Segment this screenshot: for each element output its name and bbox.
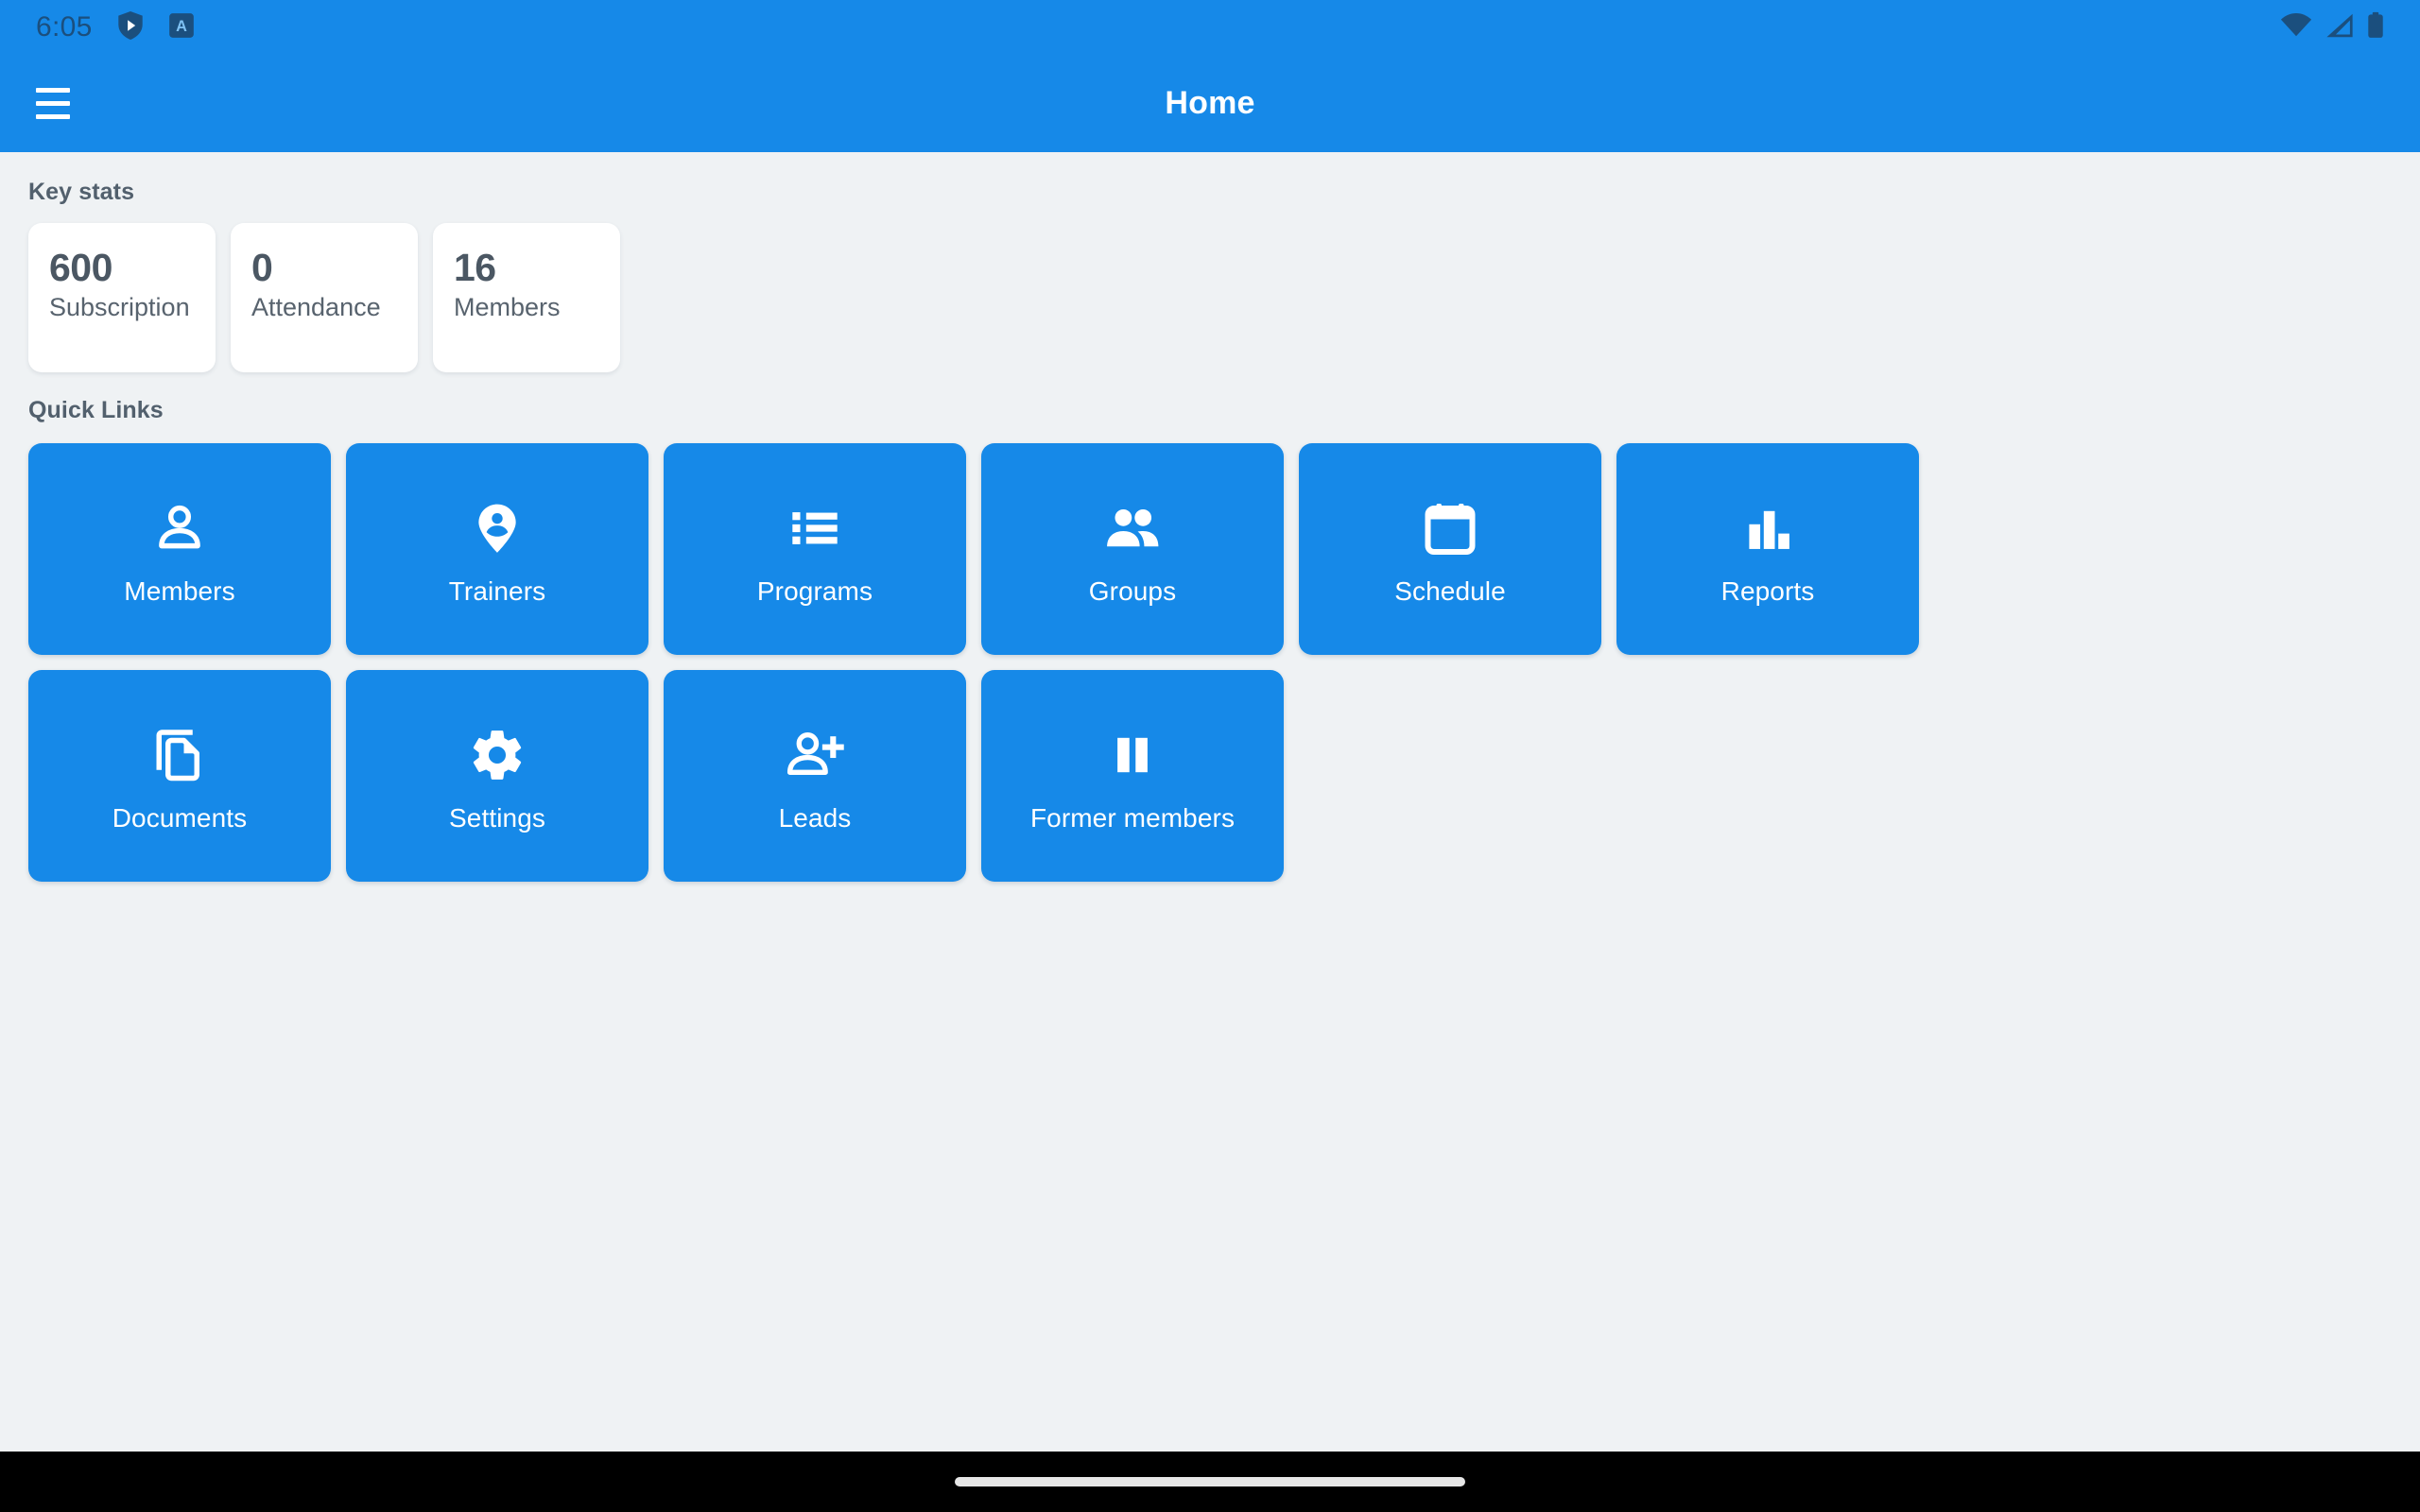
quick-links-heading: Quick Links	[28, 397, 164, 423]
quick-link-reports[interactable]: Reports	[1616, 443, 1919, 655]
stat-label: Attendance	[251, 293, 381, 322]
app-root: 6:05 A Home Key stats 600 Subscription 0…	[0, 0, 2420, 1512]
status-bar-left: 6:05 A	[36, 10, 195, 44]
person-pin-icon	[468, 493, 527, 563]
pause-icon	[1106, 720, 1159, 790]
main-content: Key stats 600 Subscription 0 Attendance …	[0, 152, 2420, 1452]
gear-icon	[468, 720, 527, 790]
quick-link-settings[interactable]: Settings	[346, 670, 648, 882]
menu-bar-2	[36, 101, 70, 106]
bar-chart-icon	[1741, 493, 1794, 563]
quick-link-label: Leads	[778, 803, 852, 833]
quick-link-programs[interactable]: Programs	[664, 443, 966, 655]
quick-link-label: Former members	[1029, 803, 1236, 833]
battery-icon	[2367, 11, 2384, 44]
stat-value: 0	[251, 246, 273, 289]
people-filled-icon	[1101, 493, 1164, 563]
menu-bar-1	[36, 88, 70, 93]
quick-link-label: Settings	[449, 803, 545, 833]
stat-label: Subscription	[49, 293, 190, 322]
quick-link-label: Reports	[1720, 576, 1815, 606]
stat-value: 600	[49, 246, 112, 289]
quick-link-trainers[interactable]: Trainers	[346, 443, 648, 655]
stat-value: 16	[454, 246, 496, 289]
key-stats-row: 600 Subscription 0 Attendance 16 Members	[28, 223, 2392, 372]
quick-link-label: Members	[124, 576, 235, 606]
quick-link-label: Trainers	[448, 576, 546, 606]
calendar-icon	[1422, 493, 1478, 563]
hamburger-menu-icon[interactable]	[21, 72, 85, 136]
copy-documents-icon	[151, 720, 208, 790]
quick-link-label: Schedule	[1394, 576, 1506, 606]
quick-link-label: Programs	[756, 576, 873, 606]
quick-link-former-members[interactable]: Former members	[981, 670, 1284, 882]
person-outline-icon	[150, 493, 209, 563]
wifi-icon	[2280, 12, 2312, 43]
quick-link-label: Groups	[1088, 576, 1177, 606]
home-gesture-pill[interactable]	[955, 1477, 1465, 1486]
shield-play-icon	[117, 10, 144, 44]
system-navigation-bar	[0, 1452, 2420, 1512]
stat-card-attendance: 0 Attendance	[231, 223, 418, 372]
quick-link-documents[interactable]: Documents	[28, 670, 331, 882]
stat-card-subscription: 600 Subscription	[28, 223, 216, 372]
status-bar-right	[2280, 11, 2384, 44]
quick-link-leads[interactable]: Leads	[664, 670, 966, 882]
quick-link-members[interactable]: Members	[28, 443, 331, 655]
cellular-signal-icon	[2325, 12, 2354, 43]
stat-label: Members	[454, 293, 561, 322]
person-add-icon	[784, 720, 846, 790]
page-title: Home	[1165, 85, 1255, 121]
key-stats-heading: Key stats	[28, 179, 135, 205]
quick-link-schedule[interactable]: Schedule	[1299, 443, 1601, 655]
menu-bar-3	[36, 114, 70, 119]
app-badge-icon: A	[168, 12, 195, 43]
quick-links-grid: Members Trainers Programs Groups Schedul…	[28, 443, 2221, 882]
stat-card-members: 16 Members	[433, 223, 620, 372]
status-clock: 6:05	[36, 11, 93, 43]
quick-link-label: Documents	[112, 803, 248, 833]
svg-text:A: A	[176, 17, 187, 34]
quick-link-groups[interactable]: Groups	[981, 443, 1284, 655]
status-bar: 6:05 A	[0, 0, 2420, 55]
app-bar: Home	[0, 55, 2420, 152]
list-bulleted-icon	[787, 493, 842, 563]
